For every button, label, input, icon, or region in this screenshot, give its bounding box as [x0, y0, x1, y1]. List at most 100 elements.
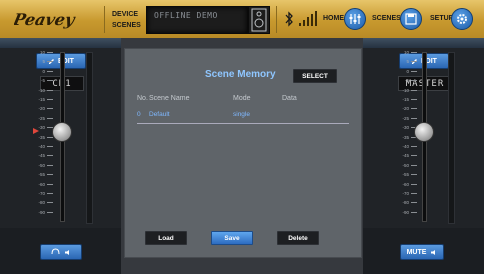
logo-text: Peavey — [14, 10, 78, 29]
fader-scale-tick: 10 — [26, 50, 54, 59]
fader-scale-label: -30 — [402, 125, 409, 131]
fader-scale-tick: -60 — [26, 182, 54, 191]
fader-scale-tick: -55 — [390, 172, 418, 181]
fader-scale-tick: -5 — [26, 78, 54, 87]
fader-scale-label: -55 — [402, 172, 409, 178]
fader-scale-label: -80 — [38, 200, 45, 206]
device-scenes-label: DEVICE SCENES — [112, 9, 141, 31]
fader-scale-label: -50 — [38, 162, 45, 168]
nav-scenes-label[interactable]: SCENES — [372, 15, 401, 22]
home-button[interactable] — [344, 8, 366, 30]
device-label-line1: DEVICE — [112, 11, 139, 18]
sliders-icon — [349, 14, 361, 24]
gear-icon — [457, 14, 467, 24]
fader-scale-label: -30 — [38, 125, 45, 131]
left-fader-knob[interactable] — [52, 122, 72, 142]
fader-scale-label: -25 — [402, 115, 409, 121]
fader-scale-tick: -50 — [390, 163, 418, 172]
scenes-button[interactable] — [400, 8, 422, 30]
fader-scale-tick: -30 — [26, 125, 54, 134]
speaker-icon[interactable] — [248, 6, 270, 34]
fader-scale-tick: -20 — [26, 106, 54, 115]
fader-scale-label: 5 — [42, 59, 45, 65]
headphones-icon — [51, 248, 60, 255]
load-button[interactable]: Load — [145, 231, 187, 245]
fader-scale-tick: -10 — [26, 88, 54, 97]
fader-scale-label: -35 — [402, 134, 409, 140]
device-label-line2: SCENES — [112, 22, 141, 29]
fader-scale-tick: -25 — [26, 116, 54, 125]
scene-memory-dialog: Scene Memory SELECT No. Scene Name Mode … — [124, 48, 362, 258]
right-fader-knob[interactable] — [414, 122, 434, 142]
fader-scale-label: -10 — [402, 87, 409, 93]
fader-scale-tick: -45 — [26, 153, 54, 162]
left-header-strip — [0, 38, 121, 48]
scene-row-mode: single — [233, 111, 250, 118]
setup-button[interactable] — [451, 8, 473, 30]
right-fader-scale: 10 5 0 -5 -10 -15 -20 -25 -30 -35 -40 -45 -50 -55 -60 -… — [390, 50, 418, 222]
fader-scale-tick: -90 — [390, 210, 418, 219]
mute-button[interactable]: MUTE — [400, 244, 444, 260]
save-button[interactable]: Save — [211, 231, 253, 245]
fader-scale-tick: 10 — [390, 50, 418, 59]
select-button[interactable]: SELECT — [293, 69, 337, 83]
right-header-strip — [363, 38, 484, 48]
fader-scale-label: -20 — [402, 106, 409, 112]
fader-scale-tick: -35 — [390, 135, 418, 144]
fader-scale-tick: 0 — [26, 69, 54, 78]
scene-row-name: Default — [149, 111, 170, 118]
fader-scale-label: -70 — [38, 191, 45, 196]
fader-scale-label: 10 — [403, 50, 409, 55]
disk-icon — [405, 13, 417, 25]
fader-scale-label: -5 — [40, 78, 45, 84]
left-solo-button[interactable] — [40, 244, 82, 260]
left-fader-scale: 10 5 0 -5 -10 -15 -20 -25 -30 -35 -40 -45 -50 -55 -60 -… — [26, 50, 54, 222]
right-level-meter — [448, 52, 455, 224]
app-window: Peavey DEVICE SCENES OFFLINE DEMO HOME S… — [0, 0, 484, 274]
fader-scale-label: 0 — [42, 68, 45, 74]
fader-scale-tick: -70 — [390, 191, 418, 200]
scene-memory-title: Scene Memory — [205, 69, 276, 80]
left-level-meter — [86, 52, 93, 224]
fader-scale-tick: -15 — [390, 97, 418, 106]
scene-row[interactable]: 0 Default single — [137, 111, 349, 124]
fader-scale-tick: -80 — [390, 200, 418, 209]
nav-home-label[interactable]: HOME — [323, 15, 344, 22]
unity-marker-icon — [33, 128, 39, 134]
fader-scale-label: -20 — [38, 106, 45, 112]
speaker-small-icon — [65, 249, 69, 255]
fader-scale-label: 5 — [406, 59, 409, 65]
fader-scale-label: -70 — [402, 191, 409, 196]
fader-scale-tick: -55 — [26, 172, 54, 181]
signal-strength-icon — [299, 11, 317, 26]
fader-scale-label: -90 — [38, 209, 45, 215]
fader-scale-label: -15 — [38, 97, 45, 102]
fader-scale-tick: -40 — [26, 144, 54, 153]
fader-scale-label: 10 — [39, 50, 45, 55]
divider — [276, 6, 277, 33]
fader-scale-tick: -80 — [26, 200, 54, 209]
fader-scale-label: -35 — [38, 134, 45, 140]
status-display: OFFLINE DEMO — [146, 6, 248, 34]
status-text: OFFLINE DEMO — [154, 11, 218, 20]
fader-scale-label: -60 — [402, 181, 409, 187]
column-header-data: Data — [282, 95, 297, 102]
fader-scale-tick: -15 — [26, 97, 54, 106]
fader-scale-label: -10 — [38, 87, 45, 93]
fader-scale-tick: -70 — [26, 191, 54, 200]
top-bar: Peavey DEVICE SCENES OFFLINE DEMO HOME S… — [0, 0, 484, 39]
fader-scale-label: -60 — [38, 181, 45, 187]
fader-scale-label: -40 — [38, 144, 45, 149]
fader-scale-label: -55 — [38, 172, 45, 178]
fader-scale-label: -15 — [402, 97, 409, 102]
fader-scale-tick: -60 — [390, 182, 418, 191]
fader-scale-label: -5 — [404, 78, 409, 84]
speaker-small-icon — [431, 249, 436, 255]
mute-label: MUTE — [406, 248, 427, 256]
bluetooth-icon — [285, 11, 293, 27]
fader-scale-label: -80 — [402, 200, 409, 206]
delete-button[interactable]: Delete — [277, 231, 319, 245]
nav-setup-label[interactable]: SETUP — [430, 15, 453, 22]
fader-scale-tick: -10 — [390, 88, 418, 97]
fader-scale-tick: -35 — [26, 135, 54, 144]
